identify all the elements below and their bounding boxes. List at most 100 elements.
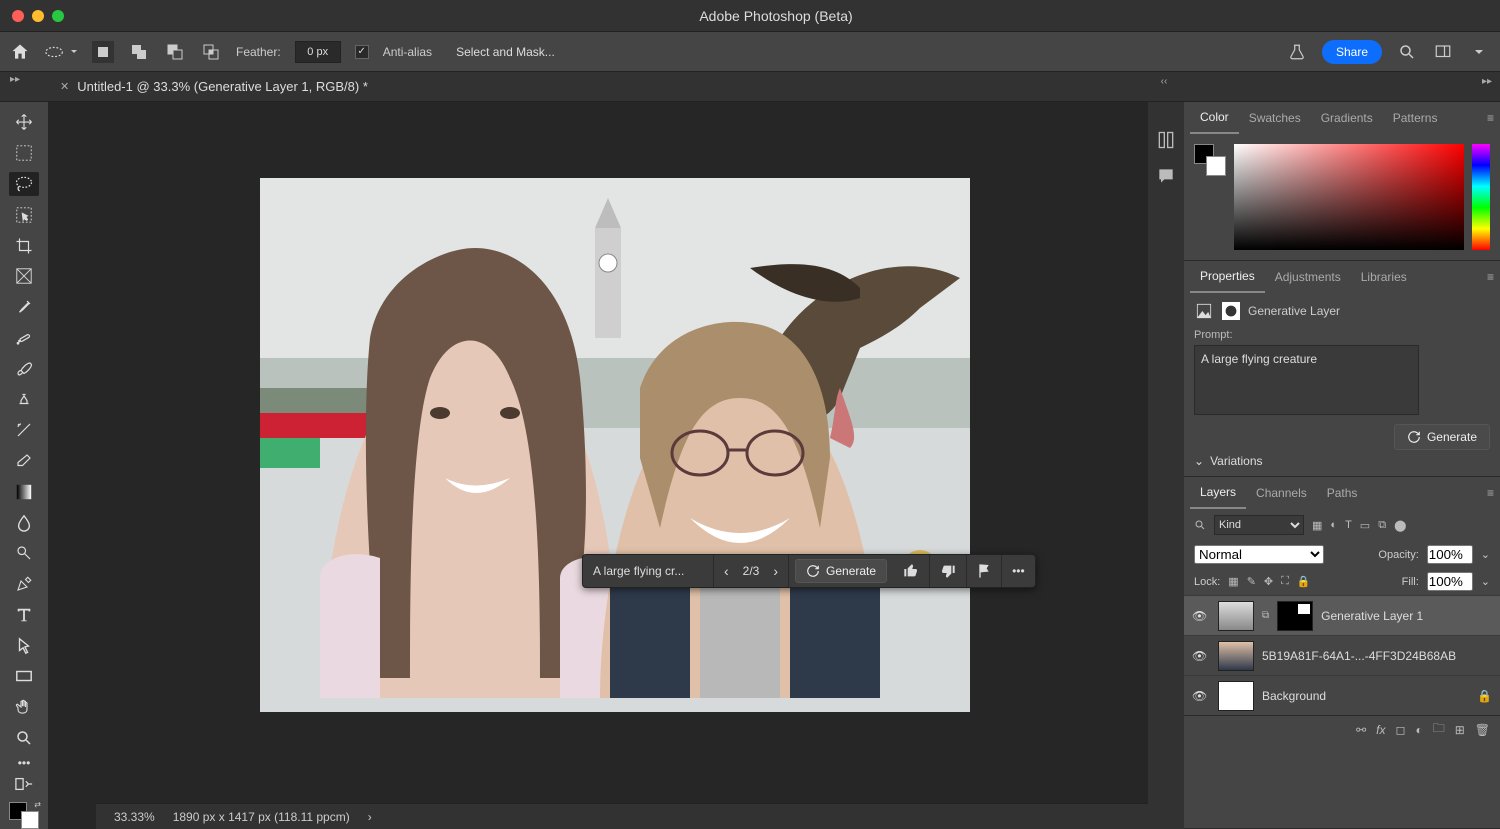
layer-mask-thumbnail[interactable] [1277, 601, 1313, 631]
new-group-icon[interactable]: 🗀 [1433, 719, 1445, 740]
collapse-dock-icon[interactable]: ‹‹ [1161, 76, 1168, 87]
zoom-level[interactable]: 33.33% [114, 810, 155, 824]
filter-smart-icon[interactable]: ⧉ [1378, 519, 1386, 532]
lock-transparency-icon[interactable]: ▦ [1228, 575, 1238, 588]
edit-toolbar-icon[interactable] [9, 776, 39, 792]
chevron-down-icon[interactable]: ⌄ [1481, 548, 1490, 561]
beaker-icon[interactable] [1286, 41, 1308, 63]
layer-item[interactable]: 👁 ⧉ Generative Layer 1 [1184, 595, 1500, 635]
add-mask-icon[interactable]: ◻ [1395, 723, 1405, 737]
lock-position-icon[interactable]: ✥ [1264, 575, 1273, 588]
panel-menu-icon[interactable]: ≡ [1487, 270, 1494, 284]
anti-alias-checkbox[interactable]: ✓ [355, 45, 369, 59]
chevron-down-icon[interactable]: ⌄ [1481, 575, 1490, 588]
gradient-tool-icon[interactable] [9, 479, 39, 504]
move-tool-icon[interactable] [9, 110, 39, 135]
more-options-icon[interactable]: ••• [1002, 555, 1035, 587]
pen-tool-icon[interactable] [9, 572, 39, 597]
collapse-right-dock-icon[interactable]: ▸▸ [1482, 76, 1492, 87]
blur-tool-icon[interactable] [9, 510, 39, 535]
swap-colors-icon[interactable]: ⇄ [34, 800, 41, 809]
layer-item[interactable]: 👁 Background 🔒 [1184, 675, 1500, 715]
search-icon[interactable] [1396, 41, 1418, 63]
visibility-icon[interactable]: 👁 [1192, 689, 1210, 703]
canvas-area[interactable]: A large flying cr... ‹ 2/3 › Generate ••… [48, 102, 1148, 829]
panel-menu-icon[interactable]: ≡ [1487, 486, 1494, 500]
frame-tool-icon[interactable] [9, 264, 39, 289]
type-tool-icon[interactable] [9, 603, 39, 628]
chevron-down-icon[interactable]: ⌄ [1194, 454, 1204, 468]
lasso-tool-icon[interactable] [9, 172, 39, 197]
brush-settings-icon[interactable] [1156, 130, 1176, 150]
share-button[interactable]: Share [1322, 40, 1382, 64]
tab-patterns[interactable]: Patterns [1383, 102, 1448, 134]
lock-artboard-icon[interactable]: ⛶ [1281, 575, 1289, 588]
generate-button[interactable]: Generate [1394, 424, 1490, 450]
generate-button[interactable]: Generate [795, 559, 887, 583]
filter-shape-icon[interactable]: ▭ [1360, 519, 1370, 532]
path-select-tool-icon[interactable] [9, 633, 39, 658]
thumbs-up-icon[interactable] [893, 555, 930, 587]
doc-info[interactable]: 1890 px x 1417 px (118.11 ppcm) [173, 810, 350, 824]
minimize-window-icon[interactable] [32, 10, 44, 22]
select-and-mask-button[interactable]: Select and Mask... [446, 41, 565, 63]
flag-icon[interactable] [967, 555, 1002, 587]
close-window-icon[interactable] [12, 10, 24, 22]
doc-info-chevron-icon[interactable]: › [368, 810, 372, 824]
blend-mode-select[interactable]: Normal [1194, 545, 1324, 564]
subtract-from-selection-icon[interactable] [164, 41, 186, 63]
variations-section[interactable]: ⌄ Variations [1194, 454, 1490, 468]
home-icon[interactable] [10, 42, 30, 62]
lock-pixels-icon[interactable]: ✎ [1247, 575, 1256, 588]
layer-style-icon[interactable]: fx [1376, 723, 1385, 737]
layer-thumbnail[interactable] [1218, 641, 1254, 671]
tab-properties[interactable]: Properties [1190, 261, 1265, 293]
new-fill-adjust-icon[interactable]: ◐ [1415, 723, 1422, 737]
prompt-display[interactable]: A large flying cr... [583, 555, 714, 587]
filter-kind-select[interactable]: Kind [1214, 515, 1304, 535]
rectangle-tool-icon[interactable] [9, 664, 39, 689]
filter-type-icon[interactable]: T [1345, 519, 1352, 532]
next-variation-icon[interactable]: › [773, 563, 778, 579]
lock-all-icon[interactable]: 🔒 [1297, 575, 1311, 588]
delete-layer-icon[interactable]: 🗑 [1475, 723, 1490, 737]
background-color[interactable] [21, 811, 39, 829]
foreground-background-swatch[interactable]: ⇄ [9, 802, 39, 829]
color-field[interactable] [1234, 144, 1464, 250]
history-brush-tool-icon[interactable] [9, 418, 39, 443]
lock-icon[interactable]: 🔒 [1477, 689, 1492, 703]
hand-tool-icon[interactable] [9, 695, 39, 720]
add-to-selection-icon[interactable] [128, 41, 150, 63]
tab-libraries[interactable]: Libraries [1351, 261, 1417, 293]
filter-toggle-icon[interactable]: ⬤ [1394, 519, 1406, 532]
tab-gradients[interactable]: Gradients [1311, 102, 1383, 134]
document-canvas[interactable] [260, 178, 970, 712]
opacity-input[interactable] [1427, 545, 1473, 564]
filter-pixel-icon[interactable]: ▦ [1312, 519, 1322, 532]
prompt-textarea[interactable]: A large flying creature [1194, 345, 1419, 415]
filter-adjustment-icon[interactable]: ◐ [1330, 519, 1337, 532]
layer-thumbnail[interactable] [1218, 681, 1254, 711]
intersect-selection-icon[interactable] [200, 41, 222, 63]
brush-tool-icon[interactable] [9, 356, 39, 381]
layer-thumbnail[interactable] [1218, 601, 1254, 631]
dodge-tool-icon[interactable] [9, 541, 39, 566]
feather-input[interactable] [295, 41, 341, 63]
layer-item[interactable]: 👁 5B19A81F-64A1-...-4FF3D24B68AB [1184, 635, 1500, 675]
layer-name[interactable]: Generative Layer 1 [1321, 609, 1423, 623]
clone-stamp-tool-icon[interactable] [9, 387, 39, 412]
crop-tool-icon[interactable] [9, 233, 39, 258]
layer-name[interactable]: 5B19A81F-64A1-...-4FF3D24B68AB [1262, 649, 1456, 663]
hue-slider[interactable] [1472, 144, 1490, 250]
layer-name[interactable]: Background [1262, 689, 1326, 703]
link-icon[interactable]: ⧉ [1262, 610, 1269, 621]
tab-channels[interactable]: Channels [1246, 477, 1317, 509]
tab-swatches[interactable]: Swatches [1239, 102, 1311, 134]
workspace-switcher-icon[interactable] [1432, 41, 1454, 63]
link-layers-icon[interactable]: ⚯ [1356, 723, 1366, 737]
tab-paths[interactable]: Paths [1317, 477, 1368, 509]
comments-icon[interactable] [1156, 166, 1176, 186]
object-select-tool-icon[interactable] [9, 202, 39, 227]
color-fgbg-swatch[interactable] [1194, 144, 1226, 176]
fill-input[interactable] [1427, 572, 1473, 591]
